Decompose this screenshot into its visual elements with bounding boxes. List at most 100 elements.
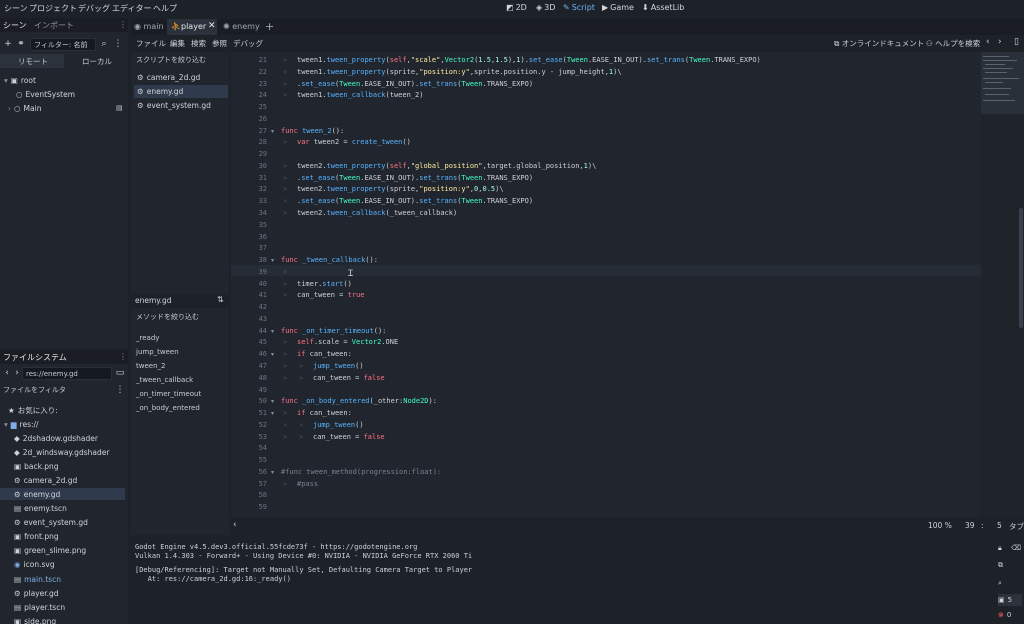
indent-mode[interactable]: タブ [1009, 521, 1024, 532]
menu-debug[interactable]: デバッグ [78, 3, 110, 14]
line-number[interactable]: 26 [231, 115, 267, 123]
favorites-row[interactable]: ★ お気に入り: [8, 404, 58, 416]
workspace-assetlib[interactable]: ⬇ AssetLib [642, 3, 684, 12]
split-view-icon[interactable]: ▭ [114, 367, 126, 379]
tab-import[interactable]: インポート [34, 20, 74, 31]
scene-tab-main[interactable]: ◉ main [134, 22, 164, 31]
workspace-2d[interactable]: ◩ 2D [506, 3, 527, 12]
script-item-event-system[interactable]: ⚙ event_system.gd [134, 99, 228, 112]
fold-arrow-icon[interactable]: ▾ [271, 128, 274, 135]
code-line[interactable]: tween2.tween_property(sprite,"position:y… [297, 185, 504, 193]
line-number[interactable]: 33 [231, 197, 267, 205]
res-root-row[interactable]: ▾ ▆ res:// [4, 418, 39, 430]
tree-node-root[interactable]: ▾ ▣ root [4, 74, 36, 86]
file-item[interactable]: ▣ front.png [0, 531, 125, 543]
file-item[interactable]: ⚙ camera_2d.gd [0, 474, 125, 486]
method-item[interactable]: tween_2 [136, 362, 165, 370]
code-line[interactable]: var tween2 = create_tween() [297, 138, 411, 146]
file-item[interactable]: ⚙ player.gd [0, 587, 125, 599]
line-number[interactable]: 27 [231, 127, 267, 135]
fold-arrow-icon[interactable]: ▾ [271, 257, 274, 264]
fold-arrow-icon[interactable]: ▾ [271, 469, 274, 476]
search-filter-icon[interactable]: ⌕ [998, 577, 1024, 589]
line-number[interactable]: 43 [231, 315, 267, 323]
scene-tab-enemy[interactable]: ✺ enemy [223, 22, 260, 31]
file-item[interactable]: ▣ green_slime.png [0, 545, 125, 557]
toggle-scripts-panel-icon[interactable]: ‹ [233, 520, 237, 530]
line-number[interactable]: 44 [231, 327, 267, 335]
line-number[interactable]: 37 [231, 244, 267, 252]
file-item[interactable]: ▤ main.tscn [0, 573, 125, 585]
line-number[interactable]: 52 [231, 421, 267, 429]
script-menu-debug[interactable]: デバッグ [233, 38, 263, 49]
close-icon[interactable]: ✕ [208, 21, 216, 31]
next-script-icon[interactable]: › [998, 37, 1002, 47]
editor-scrollbar[interactable] [1019, 208, 1023, 328]
line-number[interactable]: 34 [231, 209, 267, 217]
line-number[interactable]: 51 [231, 409, 267, 417]
method-filter-input[interactable]: メソッドを絞り込む [133, 311, 227, 324]
tree-node-eventsystem[interactable]: ○ EventSystem [16, 88, 75, 100]
line-number[interactable]: 59 [231, 503, 267, 511]
script-attach-icon[interactable]: ⋮ [112, 38, 124, 50]
code-line[interactable]: jump_tween() [313, 421, 364, 429]
line-number[interactable]: 50 [231, 397, 267, 405]
code-line[interactable]: can_tween = false [313, 433, 385, 441]
code-line[interactable]: .set_ease(Tween.EASE_IN_OUT).set_trans(T… [297, 174, 533, 182]
online-docs-button[interactable]: ⧉ オンラインドキュメント [834, 38, 924, 49]
code-line[interactable]: tween1.tween_property(sprite,"position:y… [297, 68, 622, 76]
code-line[interactable]: func _on_body_entered(_other:Node2D): [281, 397, 437, 405]
line-number[interactable]: 22 [231, 68, 267, 76]
line-number[interactable]: 57 [231, 480, 267, 488]
file-item[interactable]: ▤ enemy.tscn [0, 503, 125, 515]
script-item-camera[interactable]: ⚙ camera_2d.gd [134, 71, 228, 84]
remote-tab[interactable]: リモート [0, 54, 64, 68]
file-item[interactable]: ◉ icon.svg [0, 559, 125, 571]
tab-scene[interactable]: シーン [3, 20, 27, 31]
code-line[interactable]: if can_tween: [297, 350, 352, 358]
script-menu-edit[interactable]: 編集 [170, 38, 185, 49]
method-item[interactable]: _on_body_entered [136, 404, 200, 412]
local-tab[interactable]: ローカル [64, 54, 128, 68]
method-item[interactable]: _ready [136, 334, 159, 342]
errors-toggle[interactable]: ⊗ 0 [998, 609, 1024, 621]
dock-menu-icon[interactable]: ⋮ [119, 352, 127, 361]
line-number[interactable]: 48 [231, 374, 267, 382]
toggle-panel-icon[interactable]: ▯ [1014, 37, 1019, 47]
dock-menu-icon[interactable]: ⋮ [119, 20, 127, 29]
script-menu-file[interactable]: ファイル [136, 38, 166, 49]
file-item[interactable]: ▣ back.png [0, 460, 125, 472]
file-item[interactable]: ▤ player.tscn [0, 601, 125, 613]
messages-toggle[interactable]: ▣ 5 [998, 594, 1022, 606]
line-number[interactable]: 49 [231, 386, 267, 394]
code-line[interactable]: if can_tween: [297, 409, 352, 417]
scene-filter-input[interactable]: フィルター: 名前 [30, 38, 96, 51]
line-number[interactable]: 31 [231, 174, 267, 182]
line-number[interactable]: 41 [231, 291, 267, 299]
line-number[interactable]: 35 [231, 221, 267, 229]
copy-icon[interactable]: ⧉ [998, 559, 1024, 571]
workspace-script[interactable]: ✎ Script [563, 3, 595, 12]
method-item[interactable]: jump_tween [136, 348, 179, 356]
line-number[interactable]: 38 [231, 256, 267, 264]
zoom-level[interactable]: 100 % [928, 521, 952, 530]
code-line[interactable]: #func tween_method(progression:float): [281, 468, 441, 476]
workspace-game[interactable]: ▶ Game [602, 3, 634, 12]
line-number[interactable]: 29 [231, 150, 267, 158]
code-line[interactable]: jump_tween() [313, 362, 364, 370]
code-line[interactable]: func _tween_callback(): [281, 256, 378, 264]
fold-arrow-icon[interactable]: ▾ [271, 410, 274, 417]
line-number[interactable]: 28 [231, 138, 267, 146]
scene-tab-player[interactable]: ⛹ player ✕ [167, 19, 217, 35]
line-number[interactable]: 54 [231, 444, 267, 452]
code-line[interactable]: .set_ease(Tween.EASE_IN_OUT).set_trans(T… [297, 80, 533, 88]
code-line[interactable]: self.scale = Vector2.ONE [297, 338, 398, 346]
collapse-icon[interactable]: ▾ [4, 76, 8, 85]
line-number[interactable]: 58 [231, 491, 267, 499]
code-line[interactable]: tween1.tween_property(self,"scale",Vecto… [297, 56, 761, 64]
line-number[interactable]: 21 [231, 56, 267, 64]
menu-help[interactable]: ヘルプ [153, 3, 177, 14]
minimap-viewport[interactable] [981, 52, 1024, 114]
line-number[interactable]: 55 [231, 456, 267, 464]
line-number[interactable]: 36 [231, 233, 267, 241]
